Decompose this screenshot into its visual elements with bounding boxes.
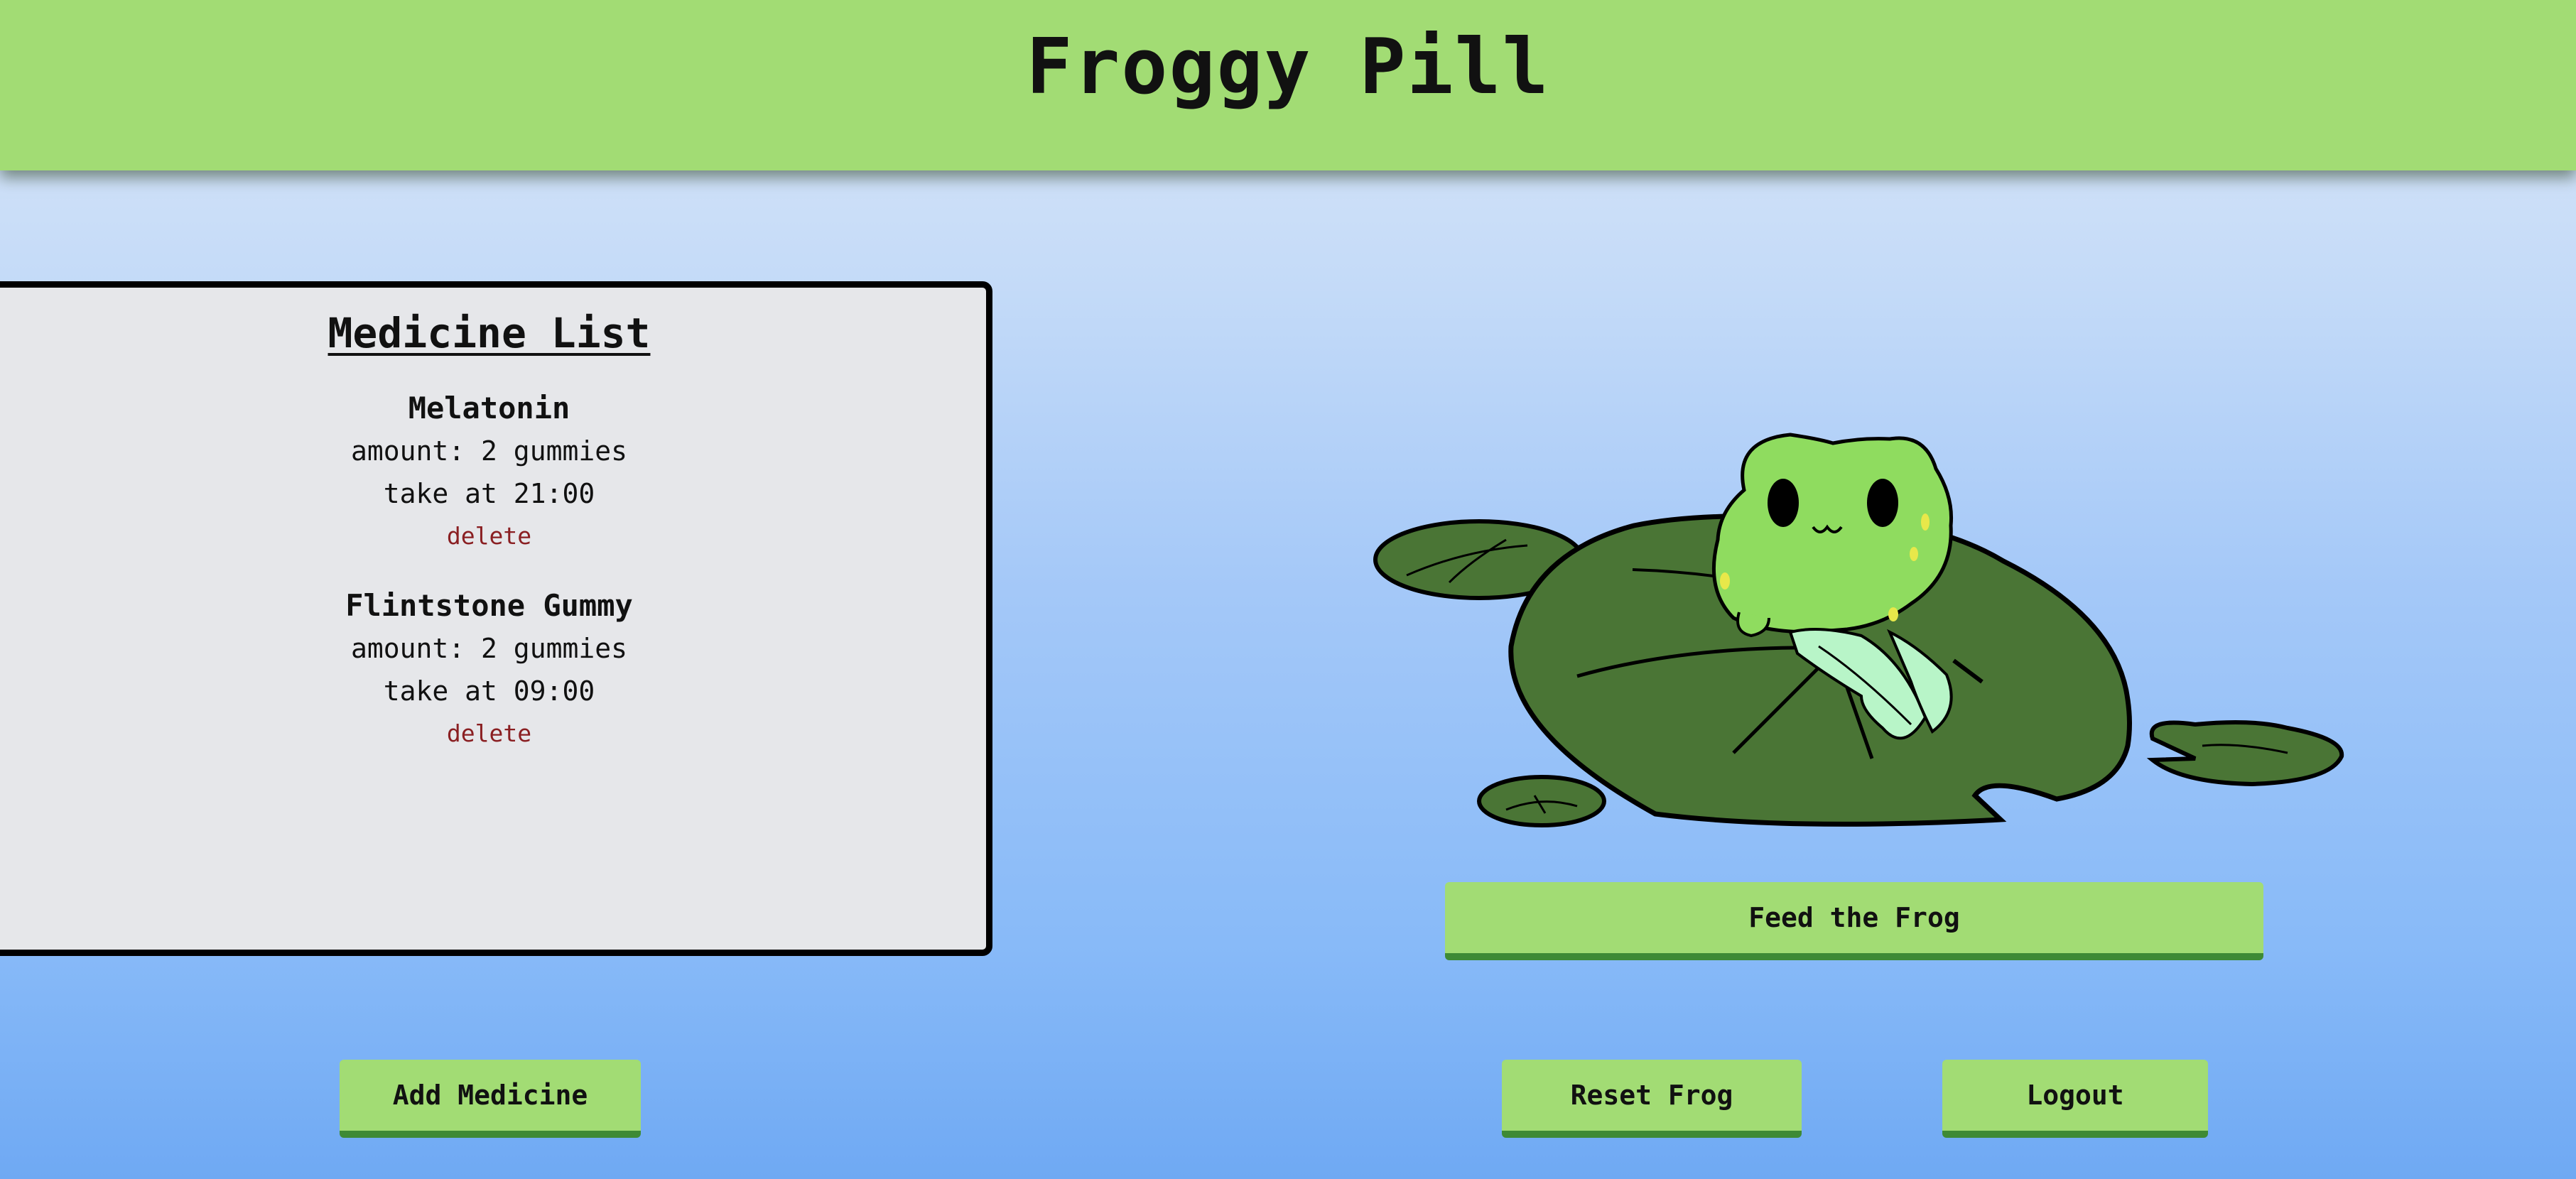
medicine-list-panel: Medicine List Melatonin amount: 2 gummie… [0, 281, 992, 956]
app-title: Froggy Pill [1026, 23, 1550, 112]
medicine-amount: amount: 2 gummies [351, 633, 627, 664]
reset-frog-button[interactable]: Reset Frog [1502, 1060, 1802, 1138]
medicine-time: take at 09:00 [383, 675, 595, 707]
frog-pond-scene [1364, 419, 2359, 845]
medicine-list-title: Medicine List [328, 309, 651, 357]
medicine-item: Melatonin amount: 2 gummies take at 21:0… [0, 387, 986, 558]
frog-on-lily-pad-illustration [1373, 433, 2344, 827]
lily-pad-icon [1477, 775, 1606, 827]
lily-pad-icon [2146, 719, 2344, 787]
delete-medicine-link[interactable]: delete [0, 712, 986, 755]
medicine-time: take at 21:00 [383, 478, 595, 509]
medicine-name: Flintstone Gummy [345, 588, 633, 623]
feed-frog-button[interactable]: Feed the Frog [1445, 882, 2263, 960]
delete-medicine-link[interactable]: delete [0, 515, 986, 558]
app-header: Froggy Pill [0, 0, 2576, 170]
medicine-name: Melatonin [408, 391, 570, 425]
logout-button[interactable]: Logout [1942, 1060, 2208, 1138]
medicine-item: Flintstone Gummy amount: 2 gummies take … [0, 585, 986, 755]
add-medicine-button[interactable]: Add Medicine [340, 1060, 641, 1138]
medicine-amount: amount: 2 gummies [351, 435, 627, 467]
